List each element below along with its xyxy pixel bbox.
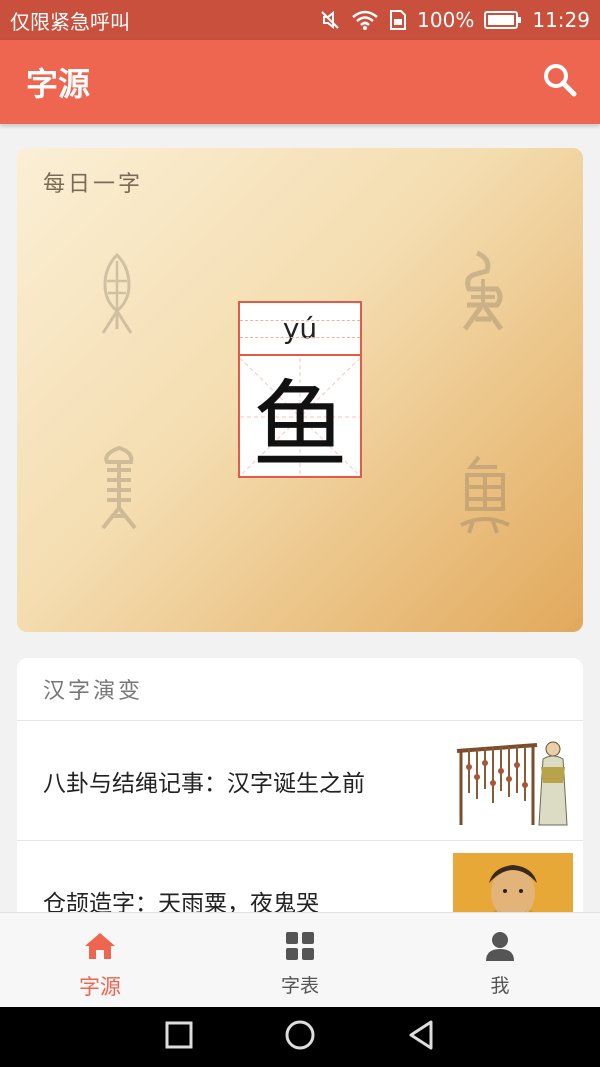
carrier-text: 仅限紧急呼叫 bbox=[10, 9, 130, 34]
battery-icon bbox=[484, 10, 522, 30]
article-item[interactable]: 八卦与结绳记事：汉字诞生之前 bbox=[17, 721, 583, 841]
back-button[interactable] bbox=[407, 1020, 435, 1054]
grid-icon bbox=[285, 931, 315, 965]
nav-item-ziyuan[interactable]: 字源 bbox=[0, 913, 200, 1008]
section-title: 汉字演变 bbox=[17, 658, 583, 721]
status-bar: 仅限紧急呼叫 100% 11:29 bbox=[0, 0, 600, 40]
bottom-nav: 字源 字表 我 bbox=[0, 912, 600, 1008]
nav-label-me: 我 bbox=[490, 975, 510, 997]
nav-item-me[interactable]: 我 bbox=[400, 913, 600, 1008]
app-bar: 字源 bbox=[0, 40, 600, 124]
system-nav-bar bbox=[0, 1007, 600, 1067]
article-thumbnail bbox=[453, 732, 573, 829]
oracle-fish-glyph bbox=[93, 251, 141, 341]
wifi-icon bbox=[351, 9, 379, 31]
clerical-fish-glyph bbox=[457, 453, 513, 541]
mute-icon bbox=[319, 9, 341, 31]
hanzi-character: 鱼 bbox=[252, 369, 348, 482]
seal-fish-glyph bbox=[97, 444, 141, 536]
person-icon bbox=[485, 931, 515, 965]
article-title: 八卦与结绳记事：汉字诞生之前 bbox=[43, 770, 365, 797]
evolution-section: 汉字演变 八卦与结绳记事：汉字诞生之前 仓颉造字：天雨粟，夜鬼哭 bbox=[17, 658, 583, 918]
recents-button[interactable] bbox=[165, 1021, 193, 1053]
search-icon bbox=[542, 62, 578, 102]
article-thumbnail bbox=[453, 852, 573, 918]
sim-icon bbox=[389, 9, 407, 31]
page-title: 字源 bbox=[26, 65, 91, 103]
article-item[interactable]: 仓颉造字：天雨粟，夜鬼哭 bbox=[17, 841, 583, 918]
daily-card-title: 每日一字 bbox=[43, 172, 144, 197]
nav-item-zibiao[interactable]: 字表 bbox=[200, 913, 400, 1008]
daily-character-card[interactable]: 每日一字 yú 鱼 bbox=[17, 148, 583, 632]
battery-percent: 100% bbox=[417, 8, 475, 32]
character-box[interactable]: yú 鱼 bbox=[238, 301, 362, 482]
pinyin-text: yú bbox=[282, 312, 318, 345]
nav-label-ziyuan: 字源 bbox=[79, 975, 121, 999]
clock: 11:29 bbox=[532, 8, 590, 32]
nav-label-zibiao: 字表 bbox=[280, 975, 319, 997]
home-icon bbox=[83, 931, 117, 965]
home-button[interactable] bbox=[284, 1019, 316, 1055]
bronze-fish-glyph bbox=[457, 249, 509, 337]
search-button[interactable] bbox=[540, 62, 580, 102]
